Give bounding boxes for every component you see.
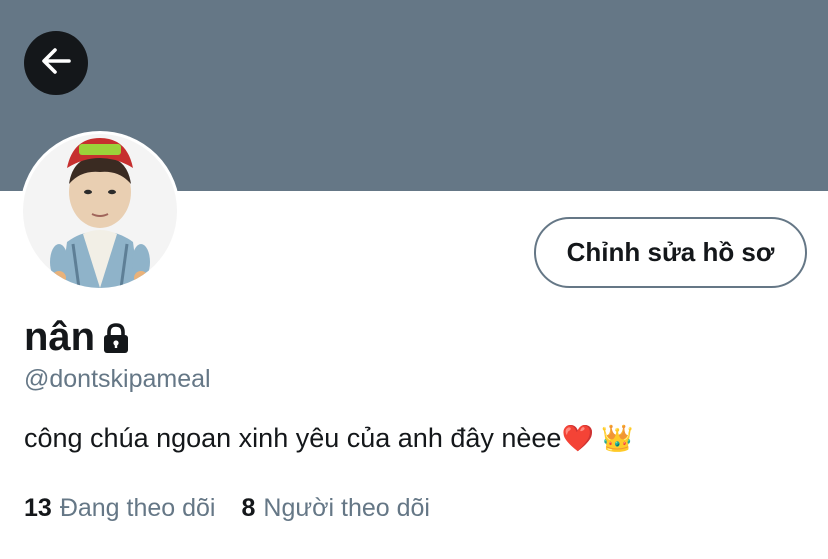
lock-icon — [101, 322, 131, 354]
profile-bio: công chúa ngoan xinh yêu của anh đây nèe… — [24, 420, 633, 456]
following-count: 13 — [24, 494, 52, 522]
following-label: Đang theo dõi — [59, 494, 216, 522]
profile-page: Chỉnh sửa hồ sơ nân @dontskipameal công … — [0, 0, 828, 559]
followers-stat[interactable]: 8 Người theo dõi — [242, 490, 430, 526]
display-name-row: nân — [24, 312, 131, 362]
back-button[interactable] — [24, 31, 88, 95]
edit-profile-label: Chỉnh sửa hồ sơ — [566, 237, 775, 267]
back-arrow-icon — [39, 44, 73, 83]
avatar[interactable] — [20, 131, 180, 291]
follow-stats: 13 Đang theo dõi 8 Người theo dõi — [24, 490, 430, 526]
following-stat[interactable]: 13 Đang theo dõi — [24, 490, 216, 526]
display-name: nân — [24, 315, 96, 359]
followers-label: Người theo dõi — [263, 494, 430, 522]
user-handle: @dontskipameal — [24, 365, 211, 393]
bio-emojis: ❤️ 👑 — [561, 423, 634, 453]
followers-count: 8 — [241, 494, 256, 522]
bio-text: công chúa ngoan xinh yêu của anh đây nèe… — [24, 423, 562, 453]
edit-profile-button[interactable]: Chỉnh sửa hồ sơ — [534, 217, 807, 288]
